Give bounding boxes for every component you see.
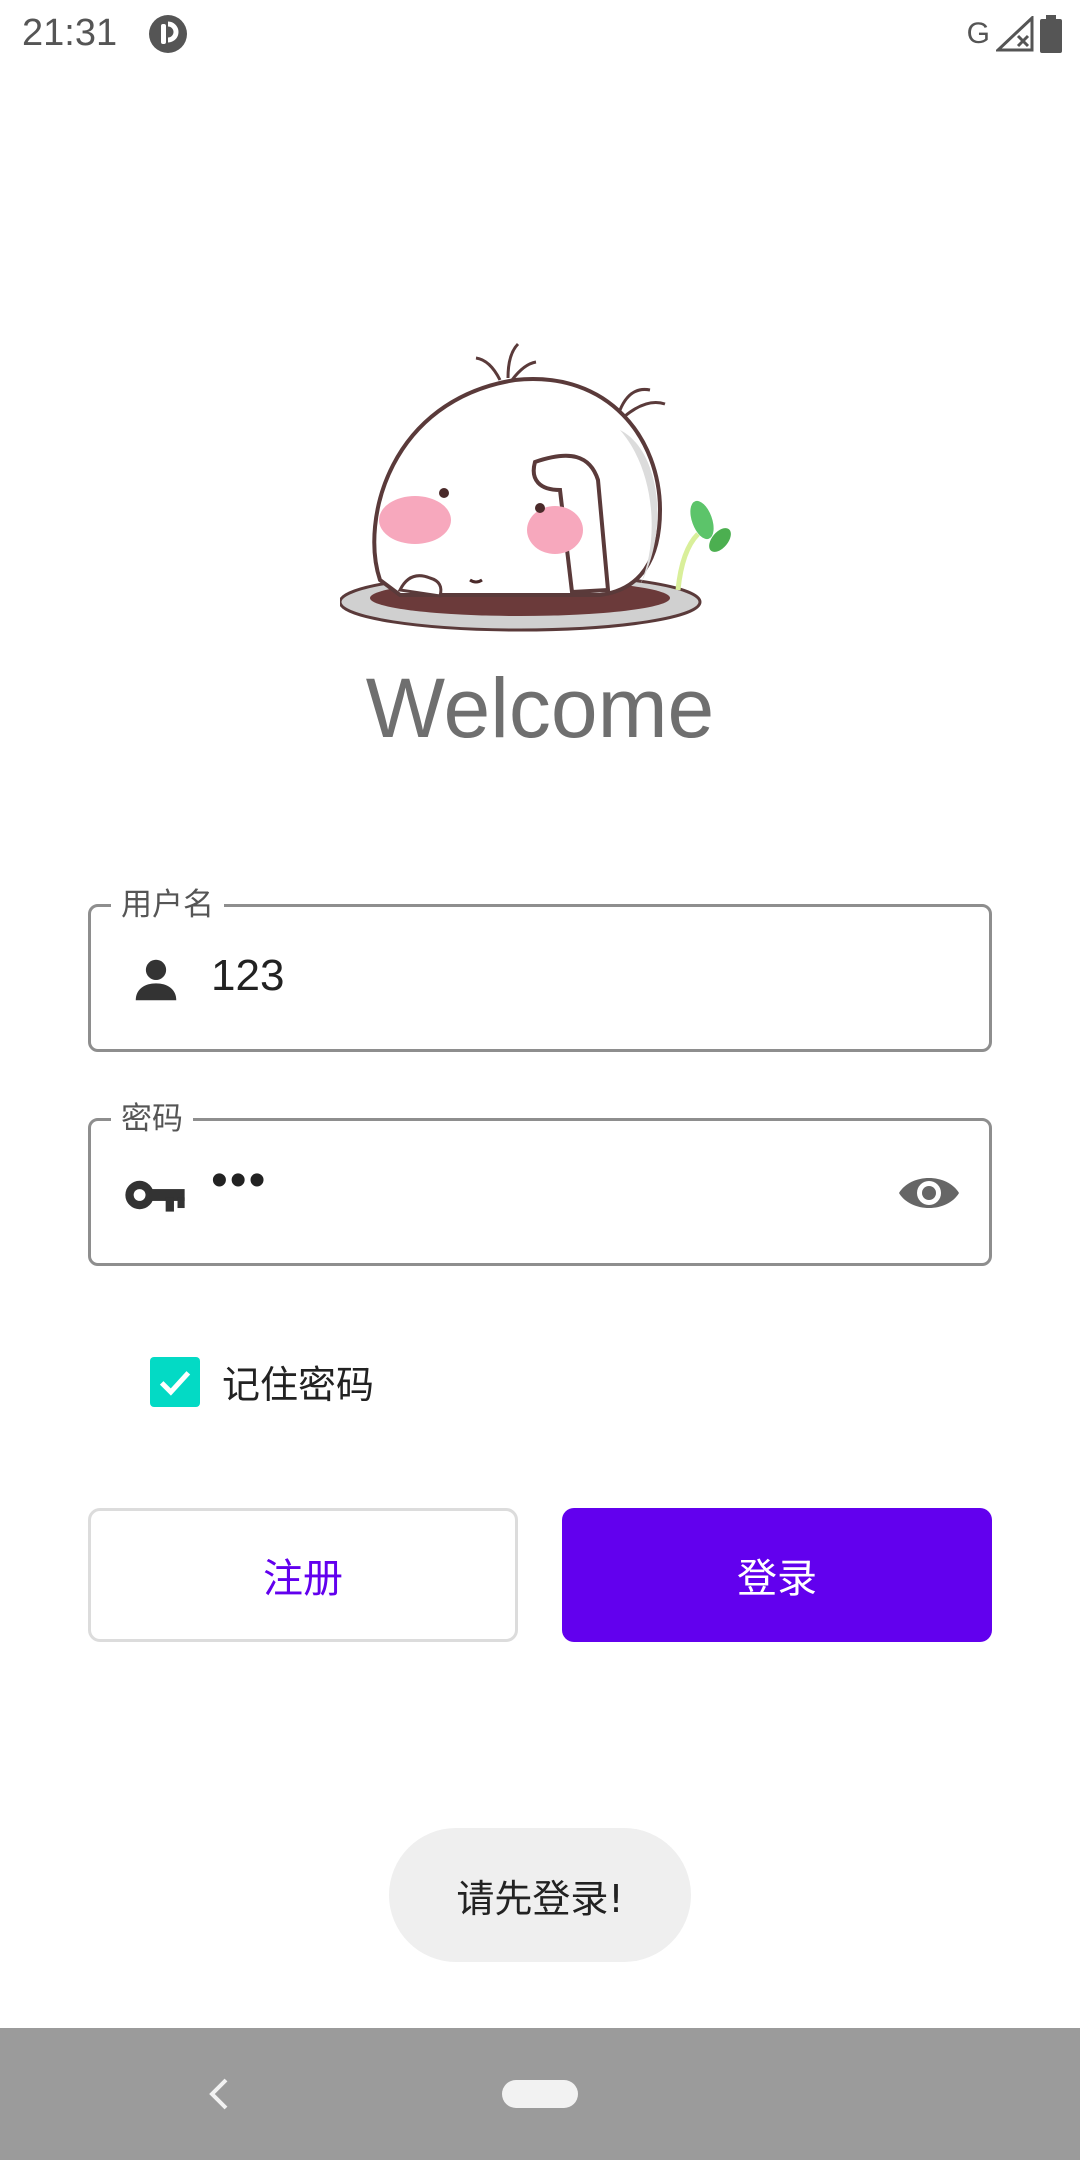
app-notification-icon (149, 15, 187, 53)
back-icon[interactable] (200, 2072, 240, 2116)
battery-icon (1040, 15, 1062, 53)
username-label: 用户名 (111, 885, 224, 925)
password-field[interactable]: 密码 ••• (88, 1099, 992, 1266)
register-button[interactable]: 注册 (88, 1508, 518, 1642)
remember-label: 记住密码 (222, 1363, 375, 1407)
eye-icon[interactable] (897, 1165, 961, 1221)
password-value[interactable]: ••• (211, 1153, 267, 1208)
password-label: 密码 (111, 1099, 193, 1139)
key-icon (125, 1180, 185, 1212)
status-time: 21:31 (22, 12, 118, 54)
username-field[interactable]: 用户名 123 (88, 885, 992, 1052)
remember-checkbox[interactable] (150, 1356, 200, 1407)
network-type-label: G (966, 17, 990, 50)
login-button[interactable]: 登录 (562, 1508, 992, 1642)
toast-message: 请先登录! (389, 1828, 691, 1962)
welcome-title: Welcome (365, 661, 715, 755)
home-pill[interactable] (502, 2080, 578, 2108)
navigation-bar (0, 2028, 1080, 2160)
remember-password-row[interactable]: 记住密码 (150, 1354, 374, 1409)
status-bar: 21:31 G (0, 0, 1080, 66)
mascot-illustration (340, 342, 731, 632)
status-right-group: G (967, 14, 1062, 54)
person-icon (135, 959, 177, 1001)
signal-no-data-icon (996, 16, 1034, 52)
check-icon (159, 1370, 191, 1396)
username-value[interactable]: 123 (211, 951, 284, 1001)
